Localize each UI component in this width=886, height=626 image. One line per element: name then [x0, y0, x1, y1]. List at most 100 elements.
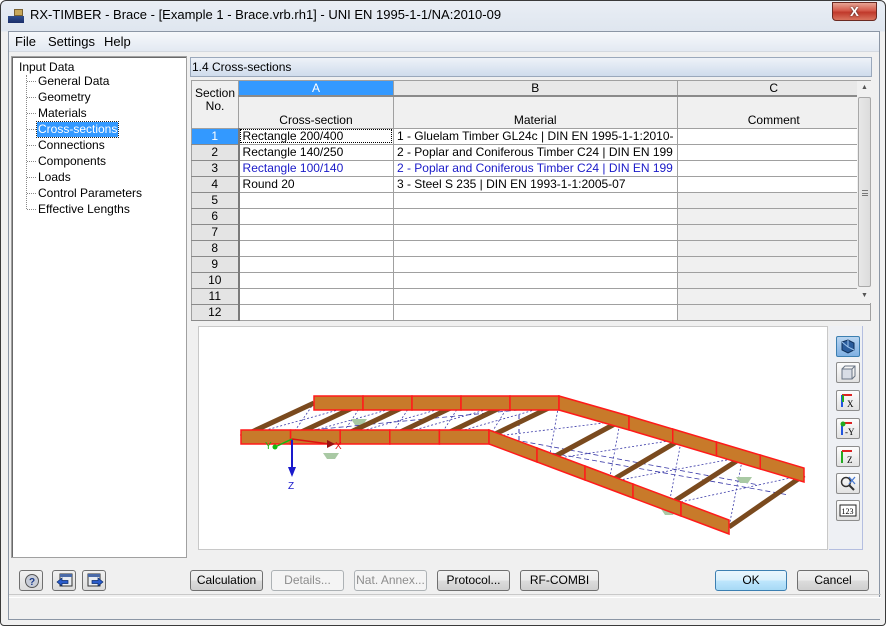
material-cell[interactable]: 1 - Gluelam Timber GL24c | DIN EN 1995-1… [392, 127, 678, 145]
tree-root-input-data[interactable]: Input Data [19, 60, 74, 74]
material-cell[interactable] [392, 287, 678, 305]
cross-section-cell[interactable]: Rectangle 200/400 [238, 127, 394, 145]
column-header-comment: Comment [676, 95, 872, 129]
details-button[interactable]: Details... [271, 570, 344, 591]
iso-view-button[interactable] [836, 336, 860, 357]
column-letter-b[interactable]: B [392, 80, 678, 97]
tree-item-loads[interactable]: Loads [37, 170, 72, 185]
tree-item-connections[interactable]: Connections [37, 138, 106, 153]
arrow-right-icon [87, 573, 104, 587]
cross-section-cell[interactable] [238, 207, 394, 225]
menu-file[interactable]: File [15, 34, 36, 49]
scroll-down-icon[interactable]: ▼ [857, 289, 872, 303]
row-number[interactable]: 10 [190, 271, 240, 289]
tree-item-materials[interactable]: Materials [37, 106, 88, 121]
previous-window-button[interactable] [52, 570, 76, 591]
comment-cell[interactable] [676, 303, 872, 321]
row-number[interactable]: 6 [190, 207, 240, 225]
material-cell[interactable] [392, 239, 678, 257]
menu-help[interactable]: Help [104, 34, 131, 49]
table-row: 5 [190, 191, 872, 209]
column-letter-c[interactable]: C [676, 80, 872, 97]
material-cell[interactable] [392, 223, 678, 241]
scroll-thumb[interactable] [858, 97, 871, 287]
calculation-button[interactable]: Calculation [190, 570, 263, 591]
material-cell[interactable] [392, 255, 678, 273]
help-button[interactable]: ? [19, 570, 43, 591]
material-cell[interactable] [392, 303, 678, 321]
svg-text:Z: Z [847, 455, 853, 465]
comment-cell[interactable] [676, 175, 872, 193]
table-row: 12 [190, 303, 872, 321]
comment-cell[interactable] [676, 207, 872, 225]
next-window-button[interactable] [82, 570, 106, 591]
cross-section-cell[interactable] [238, 191, 394, 209]
tree-item-general-data[interactable]: General Data [37, 74, 110, 89]
comment-cell[interactable] [676, 143, 872, 161]
tree-item-components[interactable]: Components [37, 154, 107, 169]
comment-cell[interactable] [676, 255, 872, 273]
comment-cell[interactable] [676, 159, 872, 177]
zoom-all-button[interactable] [836, 473, 860, 494]
row-number[interactable]: 7 [190, 223, 240, 241]
nat-annex-button[interactable]: Nat. Annex... [354, 570, 427, 591]
column-letter-a[interactable]: A [238, 80, 394, 97]
svg-text:X: X [847, 399, 854, 409]
row-number[interactable]: 1 [190, 127, 240, 145]
ok-button[interactable]: OK [715, 570, 787, 591]
comment-cell[interactable] [676, 239, 872, 257]
tree-item-effective-lengths[interactable]: Effective Lengths [37, 202, 131, 217]
cross-section-cell[interactable]: Rectangle 140/250 [238, 143, 394, 161]
cross-section-cell[interactable] [238, 239, 394, 257]
table-row: 4 Round 20 3 - Steel S 235 | DIN EN 1993-1… [190, 175, 872, 193]
material-cell[interactable] [392, 207, 678, 225]
scroll-up-icon[interactable]: ▲ [857, 81, 872, 95]
row-number[interactable]: 8 [190, 239, 240, 257]
row-number[interactable]: 12 [190, 303, 240, 321]
view-z-icon: Z [841, 450, 853, 465]
back-chord-beam [715, 440, 761, 471]
view-x-button[interactable]: X [836, 390, 860, 411]
back-chord-beam [362, 395, 413, 411]
close-button[interactable]: X [832, 2, 877, 21]
numbering-button[interactable]: 123 [836, 500, 860, 521]
table-scrollbar[interactable]: ▲ ▼ [857, 81, 872, 303]
cancel-button[interactable]: Cancel [797, 570, 869, 591]
comment-cell[interactable] [676, 191, 872, 209]
wireframe-view-button[interactable] [836, 362, 860, 383]
cross-section-cell[interactable] [238, 223, 394, 241]
material-cell[interactable]: 2 - Poplar and Coniferous Timber C24 | D… [392, 143, 678, 161]
comment-cell[interactable] [676, 271, 872, 289]
rf-combi-button[interactable]: RF-COMBI [520, 570, 599, 591]
cross-section-cell[interactable] [238, 271, 394, 289]
tree-item-cross-sections[interactable]: Cross-sections [35, 121, 120, 138]
material-cell[interactable] [392, 271, 678, 289]
tree-item-geometry[interactable]: Geometry [37, 90, 92, 105]
z-axis-arrow [288, 467, 296, 477]
table-row: 10 [190, 271, 872, 289]
comment-cell[interactable] [676, 223, 872, 241]
cross-section-cell[interactable] [238, 303, 394, 321]
comment-cell[interactable] [676, 287, 872, 305]
z-axis-label: Z [288, 481, 294, 492]
material-cell[interactable]: 2 - Poplar and Coniferous Timber C24 | D… [392, 159, 678, 177]
cross-section-cell[interactable]: Rectangle 100/140 [238, 159, 394, 177]
cross-section-cell[interactable] [238, 255, 394, 273]
cross-section-cell[interactable] [238, 287, 394, 305]
row-number[interactable]: 11 [190, 287, 240, 305]
row-number[interactable]: 3 [190, 159, 240, 177]
3d-model-view[interactable]: X Y Z [198, 326, 828, 550]
comment-cell[interactable] [676, 127, 872, 145]
view-z-button[interactable]: Z [836, 446, 860, 467]
protocol-button[interactable]: Protocol... [437, 570, 510, 591]
material-cell[interactable]: 3 - Steel S 235 | DIN EN 1993-1-1:2005-0… [392, 175, 678, 193]
row-number[interactable]: 2 [190, 143, 240, 161]
cross-section-cell[interactable]: Round 20 [238, 175, 394, 193]
row-number[interactable]: 9 [190, 255, 240, 273]
material-cell[interactable] [392, 191, 678, 209]
tree-item-control-parameters[interactable]: Control Parameters [37, 186, 143, 201]
menu-settings[interactable]: Settings [48, 34, 95, 49]
row-number[interactable]: 4 [190, 175, 240, 193]
row-number[interactable]: 5 [190, 191, 240, 209]
view-minus-y-button[interactable]: -Y [836, 418, 860, 439]
